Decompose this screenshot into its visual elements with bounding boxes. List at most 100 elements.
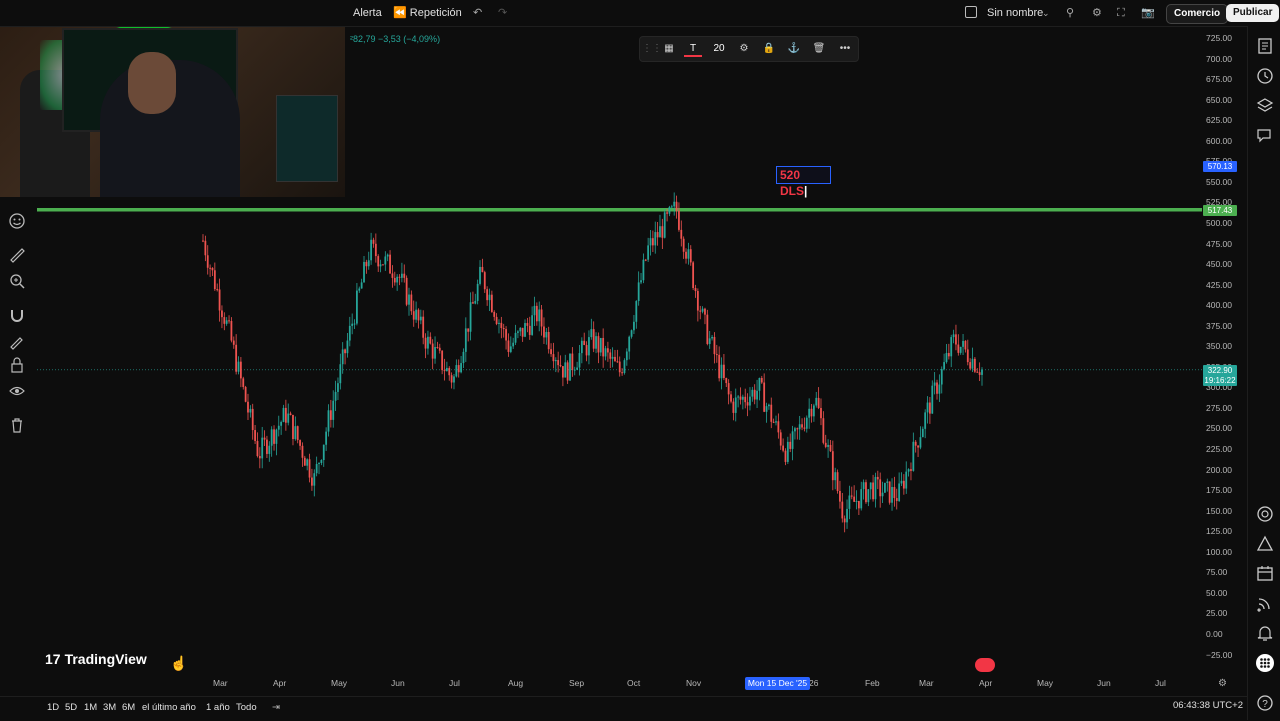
candle-body — [301, 445, 304, 458]
trash-icon[interactable] — [8, 416, 26, 434]
range-5d[interactable]: 5D — [65, 702, 77, 713]
candle-body — [812, 405, 815, 417]
help-icon[interactable]: ? — [1255, 693, 1275, 713]
candle-body — [273, 429, 275, 444]
candle-body — [758, 377, 761, 391]
price-tick: 225.00 — [1206, 444, 1232, 454]
layers-icon[interactable] — [1255, 96, 1275, 116]
candle-body — [270, 429, 273, 446]
range-all[interactable]: Todo — [236, 702, 257, 713]
candle-body — [642, 259, 645, 281]
quick-search-icon[interactable]: ⚲ — [1066, 0, 1074, 26]
candle-body — [817, 397, 820, 409]
candle-body — [732, 401, 735, 413]
candlestick-chart[interactable] — [37, 26, 1202, 676]
chevron-down-icon[interactable]: ⌄ — [1042, 0, 1050, 26]
camera-icon[interactable]: 📷 — [1141, 0, 1155, 26]
undo-button[interactable]: ↶ — [473, 0, 482, 26]
zoom-icon[interactable] — [8, 272, 26, 290]
publish-button[interactable]: Publicar — [1226, 4, 1280, 22]
candle-body — [453, 376, 455, 383]
candle-body — [651, 238, 654, 246]
alarm-clock-icon[interactable] — [1255, 66, 1275, 86]
candle-body — [329, 410, 332, 420]
price-tag-level: 517.43 — [1203, 205, 1237, 216]
range-6m[interactable]: 6M — [122, 702, 135, 713]
lock-icon[interactable] — [8, 356, 26, 374]
candle-body — [396, 276, 399, 283]
candle-body — [218, 289, 221, 311]
watchlist-icon[interactable] — [1255, 36, 1275, 56]
price-tick: 175.00 — [1206, 485, 1232, 496]
candle-body — [701, 308, 704, 312]
candle-body — [725, 377, 728, 384]
broadcast-icon[interactable] — [1255, 593, 1275, 613]
candle-body — [753, 389, 756, 400]
text-cursor: | — [804, 184, 808, 198]
candle-body — [332, 400, 335, 420]
range-1d[interactable]: 1D — [47, 702, 59, 713]
candle-body — [846, 508, 848, 523]
candle-body — [912, 441, 915, 471]
ideas-icon[interactable] — [1255, 534, 1275, 554]
redo-button[interactable]: ↷ — [498, 0, 507, 26]
target-icon[interactable] — [1255, 504, 1275, 524]
candle-body — [528, 325, 531, 335]
candle-body — [573, 369, 576, 371]
event-flag-icon[interactable] — [975, 658, 995, 672]
pencil-lock-icon[interactable] — [8, 332, 26, 350]
pointer-cursor-icon: ☝ — [170, 655, 188, 671]
eye-icon[interactable] — [8, 382, 26, 400]
emoji-icon[interactable] — [8, 212, 26, 230]
layout-icon[interactable] — [965, 6, 977, 18]
candle-body — [275, 429, 278, 444]
candle-body — [850, 495, 853, 497]
candle-body — [519, 327, 522, 332]
calendar-icon[interactable] — [1255, 563, 1275, 583]
replay-button[interactable]: ⏪ Repetición — [393, 0, 462, 26]
ruler-icon[interactable] — [8, 246, 26, 264]
layout-name[interactable]: Sin nombre — [987, 0, 1043, 26]
candle-body — [483, 272, 486, 290]
time-tick: May — [331, 678, 348, 688]
candle-body — [533, 305, 536, 316]
candle-body — [910, 469, 912, 471]
candle-body — [509, 346, 512, 352]
clock[interactable]: 06:43:38 UTC+2 — [1173, 700, 1243, 711]
candle-body — [865, 482, 867, 503]
candle-body — [604, 348, 607, 357]
range-3m[interactable]: 3M — [103, 702, 116, 713]
magnet-icon[interactable] — [8, 306, 26, 324]
price-axis[interactable]: 725.00700.00675.00650.00625.00600.00575.… — [1202, 26, 1247, 666]
candle-body — [618, 361, 621, 373]
gear-icon[interactable]: ⚙ — [1092, 0, 1102, 26]
time-axis[interactable]: Mar Apr May Jun Jul Aug Sep Oct Nov 26 Feb Mar Apr Ma… — [0, 676, 1247, 692]
range-1m[interactable]: 1M — [84, 702, 97, 713]
candle-body — [751, 389, 754, 397]
text-annotation[interactable]: 520 DLS| — [776, 166, 831, 198]
alert-button[interactable]: Alerta — [353, 0, 382, 26]
fullscreen-icon[interactable]: ⛶ — [1117, 0, 1125, 26]
date-range-icon[interactable]: ⇥ — [272, 702, 280, 713]
candle-body — [308, 459, 311, 478]
candle-body — [895, 498, 898, 501]
candle-body — [268, 445, 271, 454]
apps-grid-icon[interactable] — [1255, 653, 1275, 673]
candle-body — [907, 469, 910, 472]
chat-icon[interactable] — [1255, 126, 1275, 146]
time-tick: Jul — [449, 678, 460, 688]
bell-icon[interactable] — [1255, 623, 1275, 643]
candle-body — [535, 305, 538, 322]
candle-body — [363, 261, 365, 283]
candle-body — [772, 421, 775, 423]
candle-body — [867, 489, 870, 503]
candle-body — [699, 310, 702, 312]
axis-settings-icon[interactable]: ⚙ — [1218, 678, 1227, 689]
range-1y[interactable]: 1 año — [206, 702, 230, 713]
candle-body — [663, 212, 666, 238]
candle-body — [441, 350, 444, 371]
candle-body — [325, 431, 328, 445]
trade-button[interactable]: Comercio — [1166, 4, 1229, 24]
range-ytd[interactable]: el último año — [142, 702, 196, 713]
candle-body — [239, 361, 242, 379]
